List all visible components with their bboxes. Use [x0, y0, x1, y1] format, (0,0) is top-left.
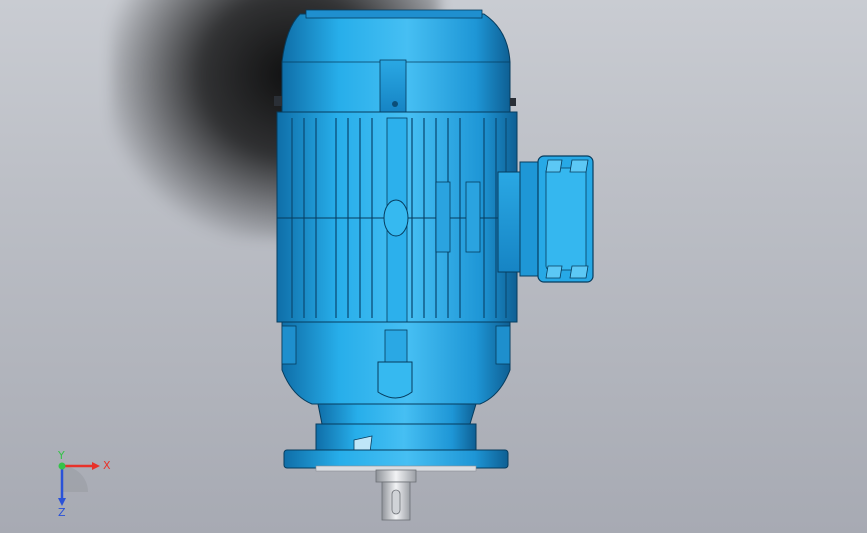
- drive-end-shield[interactable]: [281, 321, 511, 405]
- output-shaft[interactable]: [375, 469, 417, 521]
- fan-cover[interactable]: [274, 9, 516, 113]
- x-axis-arrow: [92, 462, 100, 470]
- motor-model[interactable]: [0, 0, 867, 533]
- triad-plane: [62, 466, 88, 492]
- y-axis-dot: [58, 462, 66, 470]
- terminal-box[interactable]: [497, 155, 594, 283]
- y-axis-label: Y: [57, 449, 65, 462]
- orientation-triad[interactable]: X Y Z: [40, 448, 120, 518]
- z-axis-arrow: [58, 498, 66, 506]
- mounting-flange[interactable]: [283, 449, 509, 472]
- z-axis-label: Z: [58, 506, 66, 518]
- flange-neck[interactable]: [315, 403, 477, 453]
- stator-housing[interactable]: [276, 111, 518, 323]
- x-axis-label: X: [103, 459, 111, 472]
- graphics-viewport[interactable]: X Y Z: [0, 0, 867, 533]
